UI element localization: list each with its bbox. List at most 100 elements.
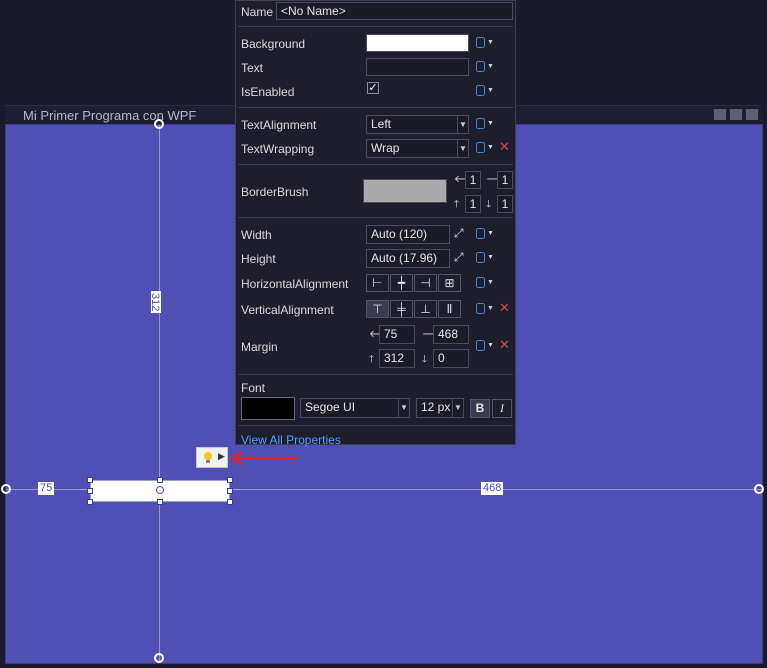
valign-bottom-button[interactable]: ⊥ <box>414 300 437 318</box>
halign-left-button[interactable]: ⊢ <box>366 274 389 292</box>
resize-handle-l[interactable] <box>87 488 93 494</box>
resize-handle-tr[interactable] <box>227 477 233 483</box>
resize-handle-bl[interactable] <box>87 499 93 505</box>
isenabled-label: IsEnabled <box>241 85 295 99</box>
text-input[interactable] <box>366 58 469 76</box>
width-input[interactable]: Auto (120) <box>366 225 450 244</box>
font-size-select[interactable]: 12 px ▼ <box>416 398 464 418</box>
database-icon[interactable] <box>476 340 485 351</box>
chevron-down-icon: ▼ <box>457 116 468 133</box>
halign-right-button[interactable]: ⊣ <box>414 274 437 292</box>
resize-handle-br[interactable] <box>227 499 233 505</box>
margin-label: Margin <box>241 340 278 354</box>
database-icon[interactable] <box>476 61 485 72</box>
resize-handle-tl[interactable] <box>87 477 93 483</box>
valign-label: VerticalAlignment <box>241 303 334 317</box>
arrow-down-icon: 🡓 <box>422 354 428 365</box>
borderbrush-label: BorderBrush <box>241 185 309 199</box>
isenabled-checkbox[interactable]: ✓ <box>367 82 379 94</box>
quick-actions-button[interactable]: ▶ <box>196 447 228 468</box>
expand-icon[interactable]: ⤢ <box>454 250 464 265</box>
background-color-swatch[interactable] <box>366 34 469 52</box>
chevron-right-icon: ▶ <box>218 451 225 461</box>
margin-top-input[interactable]: 312 <box>379 349 415 368</box>
height-input[interactable]: Auto (17.96) <box>366 249 450 268</box>
resize-handle-b[interactable] <box>157 499 163 505</box>
database-icon[interactable] <box>476 228 485 239</box>
arrow-up-icon: 🡑 <box>454 199 460 210</box>
chevron-down-icon: ▼ <box>398 399 409 417</box>
check-icon: ✓ <box>368 82 378 94</box>
halign-stretch-button[interactable]: ⊞ <box>438 274 461 292</box>
top-anchor-icon[interactable] <box>154 119 164 129</box>
margin-right-input[interactable]: 468 <box>433 325 469 344</box>
textalignment-value: Left <box>371 117 392 131</box>
database-icon[interactable] <box>476 37 485 48</box>
maximize-button[interactable] <box>730 109 742 120</box>
left-anchor-icon[interactable] <box>1 484 11 494</box>
separator <box>238 107 513 108</box>
resize-handle-t[interactable] <box>157 477 163 483</box>
italic-button[interactable]: I <box>492 399 512 418</box>
textalignment-select[interactable]: Left ▼ <box>366 115 469 134</box>
separator <box>238 164 513 165</box>
chevron-down-icon[interactable]: ▼ <box>487 279 494 286</box>
chevron-down-icon[interactable]: ▼ <box>487 144 494 151</box>
border-bottom-input[interactable]: 1 <box>497 195 513 213</box>
font-family-select[interactable]: Segoe UI ▼ <box>300 398 410 418</box>
separator <box>238 217 513 218</box>
separator <box>238 26 513 27</box>
database-icon[interactable] <box>476 85 485 96</box>
resize-handle-r[interactable] <box>227 488 233 494</box>
clear-icon[interactable]: ✕ <box>499 338 510 351</box>
database-icon[interactable] <box>476 142 485 153</box>
valign-stretch-button[interactable]: Ⅱ <box>438 300 461 318</box>
database-icon[interactable] <box>476 118 485 129</box>
borderbrush-color-swatch[interactable] <box>363 179 447 203</box>
chevron-down-icon[interactable]: ▼ <box>487 254 494 261</box>
database-icon[interactable] <box>476 252 485 263</box>
chevron-down-icon: ▼ <box>452 399 463 417</box>
border-top-input[interactable]: 1 <box>465 195 481 213</box>
expand-icon[interactable]: ⤢ <box>454 226 464 241</box>
name-label: Name <box>241 5 274 19</box>
border-left-input[interactable]: 1 <box>465 171 481 189</box>
top-margin-label: 312 <box>149 291 161 314</box>
margin-bottom-input[interactable]: 0 <box>433 349 469 368</box>
chevron-down-icon[interactable]: ▼ <box>487 230 494 237</box>
width-label: Width <box>241 228 272 242</box>
textalignment-label: TextAlignment <box>241 118 317 132</box>
chevron-down-icon[interactable]: ▼ <box>487 87 494 94</box>
clear-icon[interactable]: ✕ <box>499 140 510 153</box>
clear-icon[interactable]: ✕ <box>499 301 510 314</box>
valign-center-button[interactable]: ╪ <box>390 300 413 318</box>
minimize-button[interactable] <box>714 109 726 120</box>
name-input[interactable]: <No Name> <box>276 2 513 20</box>
chevron-down-icon[interactable]: ▼ <box>487 39 494 46</box>
chevron-down-icon[interactable]: ▼ <box>487 305 494 312</box>
textwrapping-value: Wrap <box>371 141 400 155</box>
chevron-down-icon[interactable]: ▼ <box>487 342 494 349</box>
left-margin-label: 75 <box>38 482 55 495</box>
chevron-down-icon[interactable]: ▼ <box>487 120 494 127</box>
margin-left-input[interactable]: 75 <box>379 325 415 344</box>
right-anchor-icon[interactable] <box>754 484 764 494</box>
right-margin-label: 468 <box>481 482 504 495</box>
font-color-swatch[interactable] <box>241 397 295 420</box>
textwrapping-select[interactable]: Wrap ▼ <box>366 139 469 158</box>
background-label: Background <box>241 37 306 51</box>
border-right-input[interactable]: 1 <box>497 171 513 189</box>
bold-button[interactable]: B <box>470 399 490 418</box>
halign-center-button[interactable]: ┿ <box>390 274 413 292</box>
center-handle[interactable] <box>156 486 164 494</box>
valign-top-button[interactable]: ⊤ <box>366 300 389 318</box>
text-label: Text <box>241 61 264 75</box>
bottom-anchor-icon[interactable] <box>154 653 164 663</box>
chevron-down-icon[interactable]: ▼ <box>487 63 494 70</box>
database-icon[interactable] <box>476 303 485 314</box>
vertical-guide <box>159 125 160 663</box>
view-all-properties-link[interactable]: View All Properties <box>241 433 341 447</box>
height-label: Height <box>241 252 276 266</box>
close-button[interactable] <box>746 109 758 120</box>
database-icon[interactable] <box>476 277 485 288</box>
